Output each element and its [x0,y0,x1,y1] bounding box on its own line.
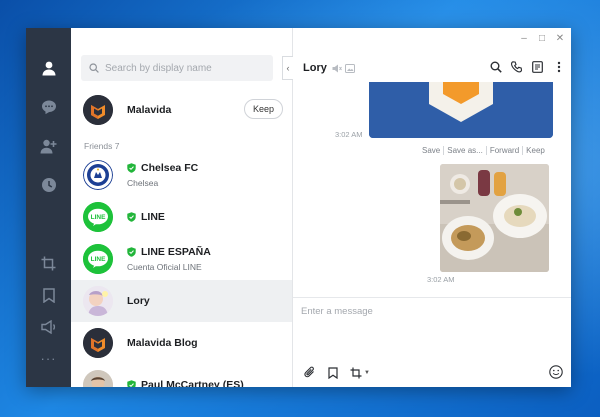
clock-icon[interactable] [39,175,59,195]
message-composer: ▼ [293,297,571,387]
line-logo-avatar: LINE [83,202,113,232]
friend-item-line-espana[interactable]: LINE LINE ESPAÑA Cuenta Oficial LINE [71,238,292,280]
search-icon [89,63,99,73]
crop-icon[interactable] [349,366,362,379]
collapse-panel-button[interactable]: ‹ [282,56,293,80]
message-input[interactable] [301,306,556,346]
search-input[interactable] [105,62,265,74]
search-icon[interactable] [489,60,502,74]
save-image-link[interactable]: Save [419,146,445,155]
friends-panel: ‹ Malavida Keep Friends 7 Chelsea FC [71,28,293,387]
mute-speaker-icon[interactable] [332,64,342,73]
friend-name: Lory [127,295,150,307]
friend-item-paul-mccartney[interactable]: Paul McCartney (ES) [71,364,292,387]
window-controls: – □ ✕ [519,33,565,44]
paperclip-icon[interactable] [303,366,316,379]
chevron-down-icon[interactable]: ▼ [364,370,370,376]
keep-link[interactable]: Keep [523,146,548,155]
save-as-link[interactable]: Save as... [444,146,487,155]
official-account-icon [127,163,136,173]
malavida-blog-avatar [83,328,113,358]
maximize-button[interactable]: □ [537,33,547,44]
emoji-icon[interactable] [549,365,563,379]
friends-section-label: Friends 7 [84,141,120,151]
message-timestamp: 3:02 AM [427,275,455,284]
friend-name: Chelsea FC [141,162,199,174]
bookmark-icon[interactable] [326,366,339,379]
friend-name: LINE ESPAÑA [141,246,211,258]
chat-title: Lory [303,62,327,74]
line-app-window: ··· ‹ Malavida Keep Friends 7 [26,28,571,387]
friend-subtitle: Cuenta Oficial LINE [127,262,202,272]
friend-item-lory[interactable]: Lory [71,280,292,322]
official-account-icon [127,380,136,387]
chat-header: Lory [293,54,571,82]
message-timestamp: 3:02 AM [335,130,363,139]
composer-toolbar: ▼ [303,366,370,379]
chat-area: – □ ✕ Lory 3:02 AM Save Save as... Forwa… [293,28,571,387]
album-icon[interactable] [344,63,355,73]
friend-name: Malavida Blog [127,337,198,349]
more-icon[interactable]: ··· [39,349,59,369]
more-vertical-icon[interactable] [552,60,565,74]
chelsea-crest-avatar [83,160,113,190]
svg-text:LINE: LINE [91,256,106,263]
friend-list: Chelsea FC Chelsea LINE LINE LINE LINE E… [71,154,292,387]
friend-item-line[interactable]: LINE LINE [71,196,292,238]
friend-name: LINE [141,211,165,223]
search-box [81,55,273,81]
keep-button[interactable]: Keep [243,99,283,119]
sidebar-bottom-tools: ··· [26,253,71,381]
minimize-button[interactable]: – [519,33,529,44]
my-profile-row[interactable]: Malavida Keep [83,93,283,127]
bookmark-icon[interactable] [39,285,59,305]
speaker-icon[interactable] [39,317,59,337]
svg-text:LINE: LINE [91,214,106,221]
crop-icon[interactable] [39,253,59,273]
lory-avatar [83,286,113,316]
phone-icon[interactable] [510,60,523,74]
malavida-avatar [83,95,113,125]
notes-icon[interactable] [531,60,544,74]
food-photo-message[interactable] [440,164,549,272]
friend-item-chelsea-fc[interactable]: Chelsea FC Chelsea [71,154,292,196]
official-account-icon [127,212,136,222]
friend-name: Paul McCartney (ES) [141,379,244,387]
close-button[interactable]: ✕ [555,33,565,44]
friend-item-malavida-blog[interactable]: Malavida Blog [71,322,292,364]
line-logo-avatar: LINE [83,244,113,274]
add-friend-icon[interactable] [39,136,59,156]
chat-bubble-icon[interactable] [39,97,59,117]
message-list: 3:02 AM Save Save as... Forward Keep 3:0… [293,82,571,297]
image-action-bar: Save Save as... Forward Keep [419,146,548,155]
person-icon[interactable] [39,58,59,78]
official-account-icon [127,247,136,257]
paul-mccartney-avatar [83,370,113,387]
friend-subtitle: Chelsea [127,178,159,188]
sidebar-rail: ··· [26,28,71,387]
image-message[interactable] [369,82,553,138]
my-display-name: Malavida [127,104,172,116]
forward-link[interactable]: Forward [487,146,524,155]
